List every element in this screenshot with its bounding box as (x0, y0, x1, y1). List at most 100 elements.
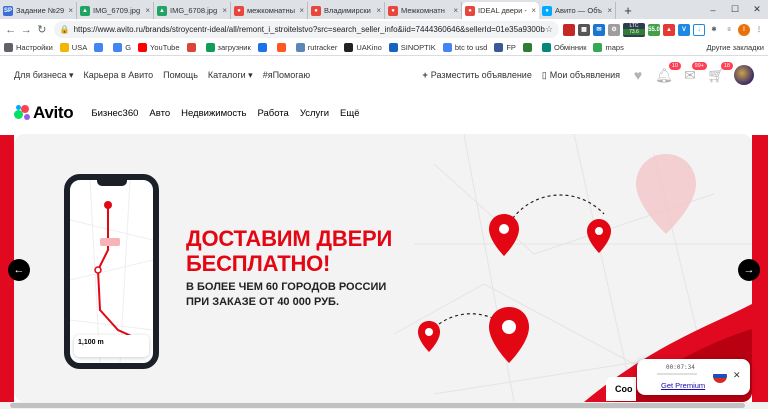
reload-icon[interactable]: ↻ (34, 22, 50, 38)
tab-close-icon[interactable]: × (68, 6, 73, 15)
browser-tab[interactable]: ● Межкомнатн × (385, 2, 462, 19)
browser-tab[interactable]: ● Владимирски × (308, 2, 385, 19)
bookmark-star-icon[interactable]: ☆ (545, 24, 553, 35)
bookmark-item[interactable] (186, 43, 199, 52)
extension-icon-7[interactable]: ↓ (693, 23, 706, 36)
bookmark-favicon-icon (295, 43, 305, 52)
bookmark-item[interactable]: загрузник (205, 43, 251, 52)
notifications-bell-icon[interactable]: 🔔︎ 10 (655, 62, 681, 83)
media-icon[interactable]: ≡ (723, 23, 736, 36)
bookmark-item[interactable]: FP (494, 43, 516, 52)
help-link[interactable]: Помощь (163, 70, 198, 80)
scrollbar-thumb[interactable] (10, 403, 745, 408)
browser-tab[interactable]: ▲ IMG_6709.jpg × (77, 2, 154, 19)
ltc-price-extension[interactable]: LTC 73.6 (623, 22, 646, 37)
cart-icon[interactable]: 🛒︎ 18 (707, 62, 733, 83)
carousel-next-button[interactable]: → (738, 259, 760, 281)
bookmark-item[interactable]: Обмінник (541, 43, 586, 52)
bookmark-item[interactable] (257, 43, 270, 52)
avito-logo[interactable]: Avito (14, 103, 74, 123)
extension-icon-3[interactable]: ⚙ (608, 23, 621, 36)
flag-ru-extension-icon[interactable] (563, 23, 576, 36)
bookmark-item[interactable]: btc to usd (442, 43, 487, 52)
bookmark-item[interactable]: YouTube (138, 43, 180, 52)
business-link[interactable]: Для бизнеса ▾ (14, 70, 74, 81)
catalogs-link[interactable]: Каталоги ▾ (208, 70, 253, 81)
russia-flag-icon[interactable] (713, 369, 727, 383)
bookmark-favicon-icon (344, 43, 354, 52)
browser-tab-strip: SP Задание №29 × ▲ IMG_6709.jpg × ▲ IMG_6708.jp… (0, 0, 768, 19)
back-icon[interactable]: ← (3, 22, 19, 38)
tab-close-icon[interactable]: × (299, 6, 304, 15)
new-tab-button[interactable]: + (620, 2, 636, 18)
tab-close-icon[interactable]: × (376, 6, 381, 15)
bookmark-favicon-icon (94, 43, 104, 52)
bookmark-item[interactable]: SINOPTIK (388, 43, 436, 52)
bookmark-favicon-icon (494, 43, 504, 52)
extension-icon-1[interactable]: ▦ (578, 23, 591, 36)
bookmark-favicon-icon (4, 43, 13, 52)
bookmark-favicon-icon (59, 43, 69, 52)
bookmark-item[interactable]: Настройки (4, 43, 53, 52)
nav-services[interactable]: Услуги (300, 108, 329, 119)
browser-tab[interactable]: SP Задание №29 × (0, 2, 77, 19)
extensions-puzzle-icon[interactable]: ✱ (708, 23, 721, 36)
nav-jobs[interactable]: Работа (257, 108, 288, 119)
bookmark-item[interactable]: USA (59, 43, 87, 52)
maximize-icon[interactable]: ☐ (724, 0, 746, 19)
browser-menu-icon[interactable]: ⋮ (753, 23, 766, 36)
cookie-notice[interactable]: Coo (606, 377, 636, 401)
avito-top-nav: Для бизнеса ▾ Карьера в Авито Помощь Кат… (0, 57, 768, 93)
cart-badge: 18 (720, 62, 733, 70)
bookmark-item[interactable]: rutracker (295, 43, 337, 52)
tab-close-icon[interactable]: × (453, 6, 458, 15)
bookmark-label: FP (506, 43, 516, 52)
nav-more[interactable]: Ещё (340, 108, 359, 119)
tab-favicon-icon: ● (388, 5, 398, 16)
tab-close-icon[interactable]: × (607, 6, 612, 15)
bookmark-item[interactable] (522, 43, 535, 52)
horizontal-scrollbar[interactable] (0, 402, 768, 409)
career-link[interactable]: Карьера в Авито (84, 70, 154, 80)
window-controls: – ☐ ✕ (702, 0, 768, 19)
address-bar[interactable]: 🔒 https://www.avito.ru/brands/stroycentr… (53, 21, 560, 38)
extension-icon-6[interactable]: V (678, 23, 691, 36)
extension-icon-5[interactable]: ▲ (663, 23, 676, 36)
close-window-icon[interactable]: ✕ (746, 0, 768, 19)
extension-icon-2[interactable]: ✉ (593, 23, 606, 36)
bookmark-item[interactable]: G (113, 43, 131, 52)
profile-avatar[interactable]: I (738, 23, 751, 36)
nav-auto[interactable]: Авто (149, 108, 170, 119)
carousel-prev-button[interactable]: ← (8, 259, 30, 281)
i-help-link[interactable]: #яПомогаю (263, 70, 310, 80)
bookmark-item[interactable] (276, 43, 289, 52)
nav-real-estate[interactable]: Недвижимость (181, 108, 246, 119)
messages-icon[interactable]: ✉︎ 99+ (682, 62, 707, 83)
forward-icon[interactable]: → (19, 22, 35, 38)
favorites-heart-icon[interactable]: ♥ (630, 67, 646, 83)
close-icon[interactable]: ✕ (733, 370, 741, 381)
browser-tab[interactable]: ● Авито — Объ × (539, 2, 616, 19)
browser-tab[interactable]: ▲ IMG_6708.jpg × (154, 2, 231, 19)
plus-icon: + (422, 70, 428, 80)
my-ads-button[interactable]: ▯ Мои объявления (542, 70, 620, 81)
post-ad-button[interactable]: + Разместить объявление (422, 70, 531, 80)
browser-tab[interactable]: ● межкомнатны × (231, 2, 308, 19)
tab-close-icon[interactable]: × (145, 6, 150, 15)
get-premium-link[interactable]: Get Premium (661, 381, 705, 390)
vpn-widget: 00:07:34 Get Premium ✕ (637, 359, 750, 395)
user-avatar[interactable] (734, 65, 754, 85)
arrow-right-icon: → (743, 264, 755, 276)
tab-close-icon[interactable]: × (222, 6, 227, 15)
extension-icon-4[interactable]: 55.0 (648, 23, 661, 36)
other-bookmarks[interactable]: Другие закладки (707, 43, 764, 52)
minimize-icon[interactable]: – (702, 0, 724, 19)
browser-tab[interactable]: ● IDEAL двери - × (462, 2, 539, 19)
phone-illustration: 1,100 m (64, 174, 159, 369)
arrow-left-icon: ← (13, 264, 25, 276)
bookmark-item[interactable]: maps (593, 43, 624, 52)
tab-close-icon[interactable]: × (531, 6, 536, 15)
bookmark-item[interactable] (94, 43, 106, 52)
nav-business360[interactable]: Бизнес360 (91, 108, 138, 119)
bookmark-item[interactable]: UAKino (344, 43, 382, 52)
